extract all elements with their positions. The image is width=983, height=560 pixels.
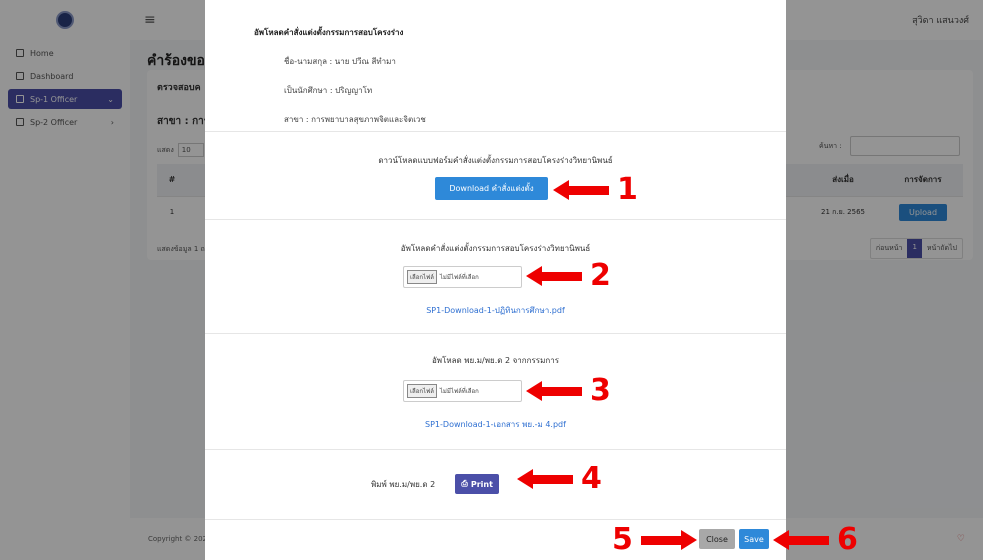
printer-icon: ⎙	[461, 479, 468, 488]
arrow-left-icon	[553, 180, 569, 200]
upload-order-title: อัพโหลดคำสั่งแต่งตั้งกรรมการสอบโครงร่างว…	[400, 244, 591, 253]
print-button-label: Print	[470, 479, 493, 489]
arrow-left-icon	[526, 381, 542, 401]
arrow-shaft	[569, 185, 609, 195]
arrow-right-icon	[680, 530, 697, 550]
annotation-number: 3	[590, 373, 611, 408]
print-label: พิมพ์ พย.ม/พย.ด 2	[371, 479, 436, 489]
print-section: พิมพ์ พย.ม/พย.ด 2 ⎙ Print	[205, 450, 786, 520]
annotation-arrow-5: 5	[612, 525, 697, 555]
upload-form-title: อัพโหลด พย.ม/พย.ด 2 จากกรรมการ	[431, 356, 559, 365]
arrow-left-icon	[517, 469, 533, 489]
annotation-arrow-1: 1	[553, 175, 638, 205]
no-file-text: ไม่มีไฟล์ที่เลือก	[439, 274, 479, 281]
file-input-order[interactable]: เลือกไฟล์ ไม่มีไฟล์ที่เลือก	[403, 266, 522, 288]
annotation-number: 5	[612, 522, 633, 557]
student-level: เป็นนักศึกษา : ปริญญาโท	[284, 86, 373, 95]
upload-modal: อัพโหลดคำสั่งแต่งตั้งกรรมการสอบโครงร่าง …	[205, 0, 786, 560]
choose-file-button[interactable]: เลือกไฟล์	[407, 384, 437, 398]
download-section: ดาวน์โหลดแบบฟอร์มคำสั่งแต่งตั้งกรรมการสอ…	[205, 132, 786, 220]
student-major: สาขา : การพยาบาลสุขภาพจิตและจิตเวช	[284, 115, 426, 124]
modal-header: อัพโหลดคำสั่งแต่งตั้งกรรมการสอบโครงร่าง …	[205, 0, 786, 132]
choose-file-button[interactable]: เลือกไฟล์	[407, 270, 437, 284]
arrow-shaft	[533, 474, 573, 484]
annotation-number: 6	[837, 522, 858, 557]
arrow-shaft	[542, 271, 582, 281]
annotation-arrow-3: 3	[526, 376, 611, 406]
arrow-left-icon	[526, 266, 542, 286]
file-link-form[interactable]: SP1-Download-1-เอกสาร พย.-ม 4.pdf	[205, 418, 786, 431]
arrow-shaft	[640, 535, 681, 545]
no-file-text: ไม่มีไฟล์ที่เลือก	[439, 388, 479, 395]
annotation-arrow-4: 4	[517, 464, 602, 494]
file-link-order[interactable]: SP1-Download-1-ปฏิทินการศึกษา.pdf	[205, 304, 786, 317]
annotation-number: 1	[617, 172, 638, 207]
modal-footer: Close Save	[205, 520, 786, 560]
modal-title: อัพโหลดคำสั่งแต่งตั้งกรรมการสอบโครงร่าง	[254, 28, 404, 37]
annotation-number: 4	[581, 461, 602, 496]
close-button[interactable]: Close	[699, 529, 735, 549]
download-section-title: ดาวน์โหลดแบบฟอร์มคำสั่งแต่งตั้งกรรมการสอ…	[378, 156, 613, 165]
arrow-shaft	[542, 386, 582, 396]
arrow-shaft	[789, 535, 829, 545]
annotation-arrow-2: 2	[526, 261, 611, 291]
print-button[interactable]: ⎙ Print	[455, 474, 500, 494]
download-button[interactable]: Download คำสั่งแต่งตั้ง	[435, 177, 548, 200]
file-input-form[interactable]: เลือกไฟล์ ไม่มีไฟล์ที่เลือก	[403, 380, 522, 402]
annotation-number: 2	[590, 258, 611, 293]
print-row: พิมพ์ พย.ม/พย.ด 2 ⎙ Print	[371, 474, 500, 494]
student-name: ชื่อ-นามสกุล : นาย ปวีณ สีทำมา	[284, 57, 396, 66]
upload-order-section: อัพโหลดคำสั่งแต่งตั้งกรรมการสอบโครงร่างว…	[205, 220, 786, 334]
save-button[interactable]: Save	[739, 529, 769, 549]
arrow-left-icon	[773, 530, 789, 550]
annotation-arrow-6: 6	[773, 525, 858, 555]
upload-form-section: อัพโหลด พย.ม/พย.ด 2 จากกรรมการ เลือกไฟล์…	[205, 334, 786, 450]
